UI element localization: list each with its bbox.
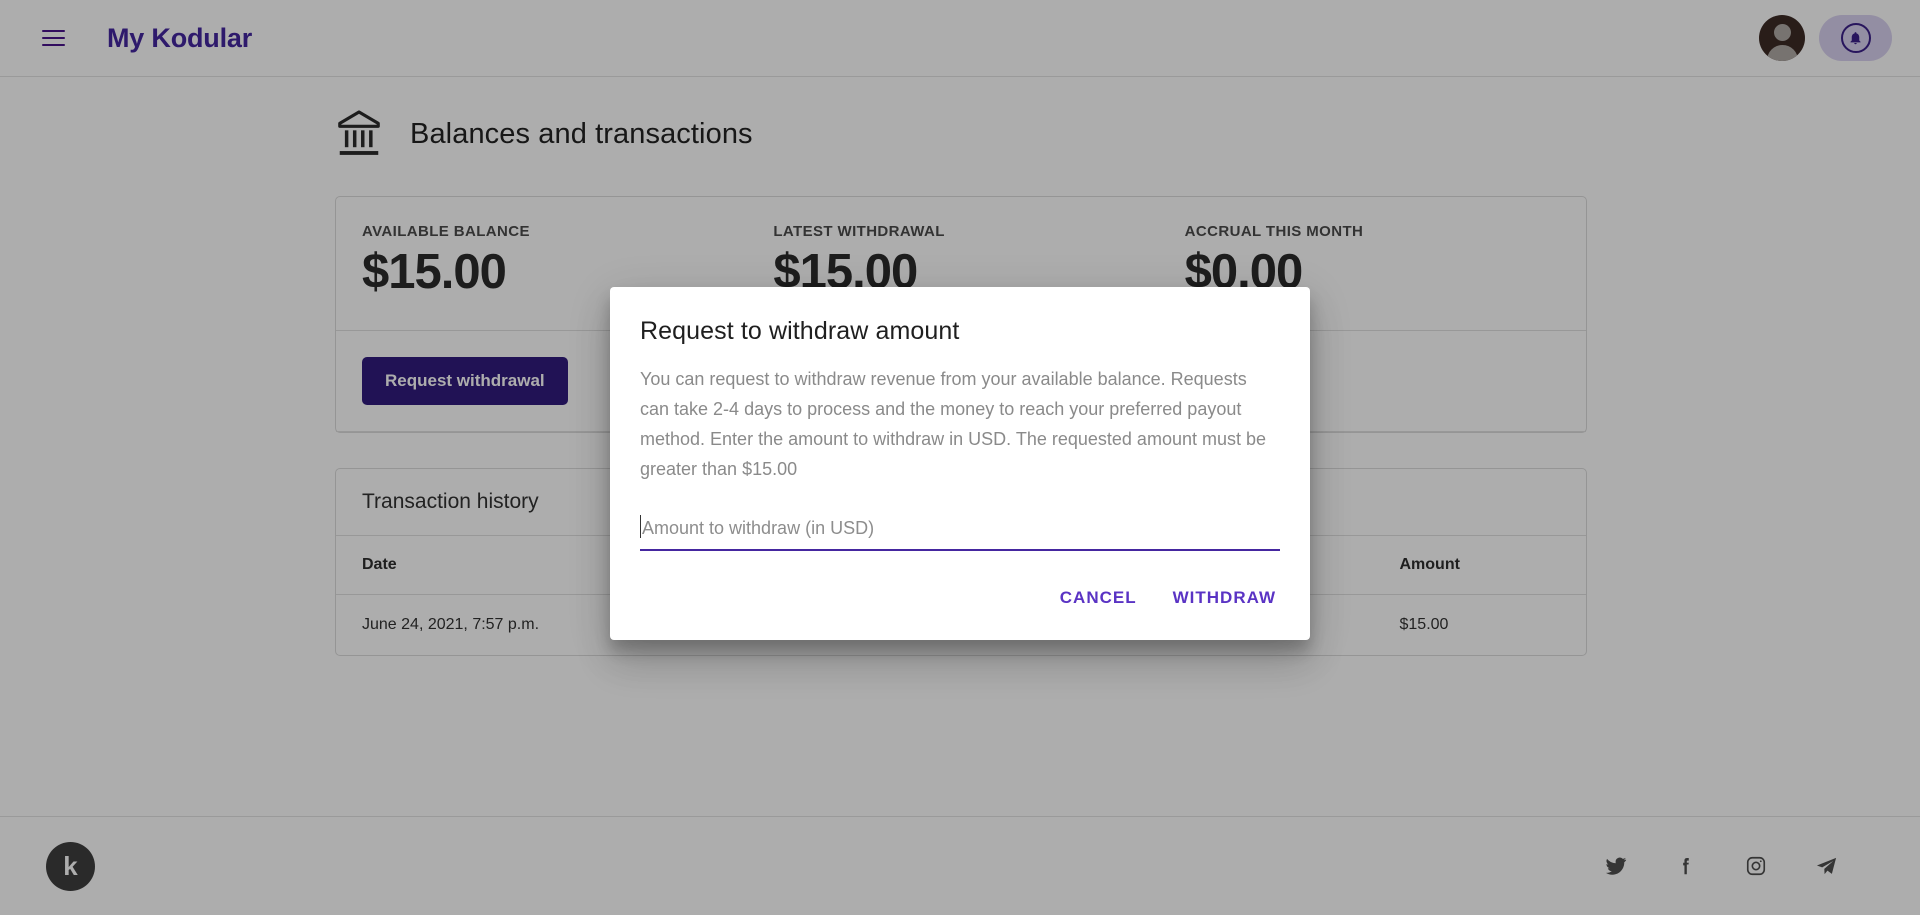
- amount-input[interactable]: [640, 518, 1280, 551]
- withdraw-button[interactable]: WITHDRAW: [1159, 578, 1290, 618]
- cancel-button[interactable]: CANCEL: [1046, 578, 1151, 618]
- page-root: My Kodular Balances and transactions AVA…: [0, 0, 1920, 915]
- dialog-title: Request to withdraw amount: [640, 317, 960, 345]
- amount-field-wrapper: [640, 515, 1280, 551]
- text-caret: [640, 515, 641, 538]
- dialog-actions: CANCEL WITHDRAW: [610, 551, 1310, 640]
- withdraw-request-dialog: Request to withdraw amount You can reque…: [610, 287, 1310, 640]
- dialog-body-text: You can request to withdraw revenue from…: [640, 369, 1267, 479]
